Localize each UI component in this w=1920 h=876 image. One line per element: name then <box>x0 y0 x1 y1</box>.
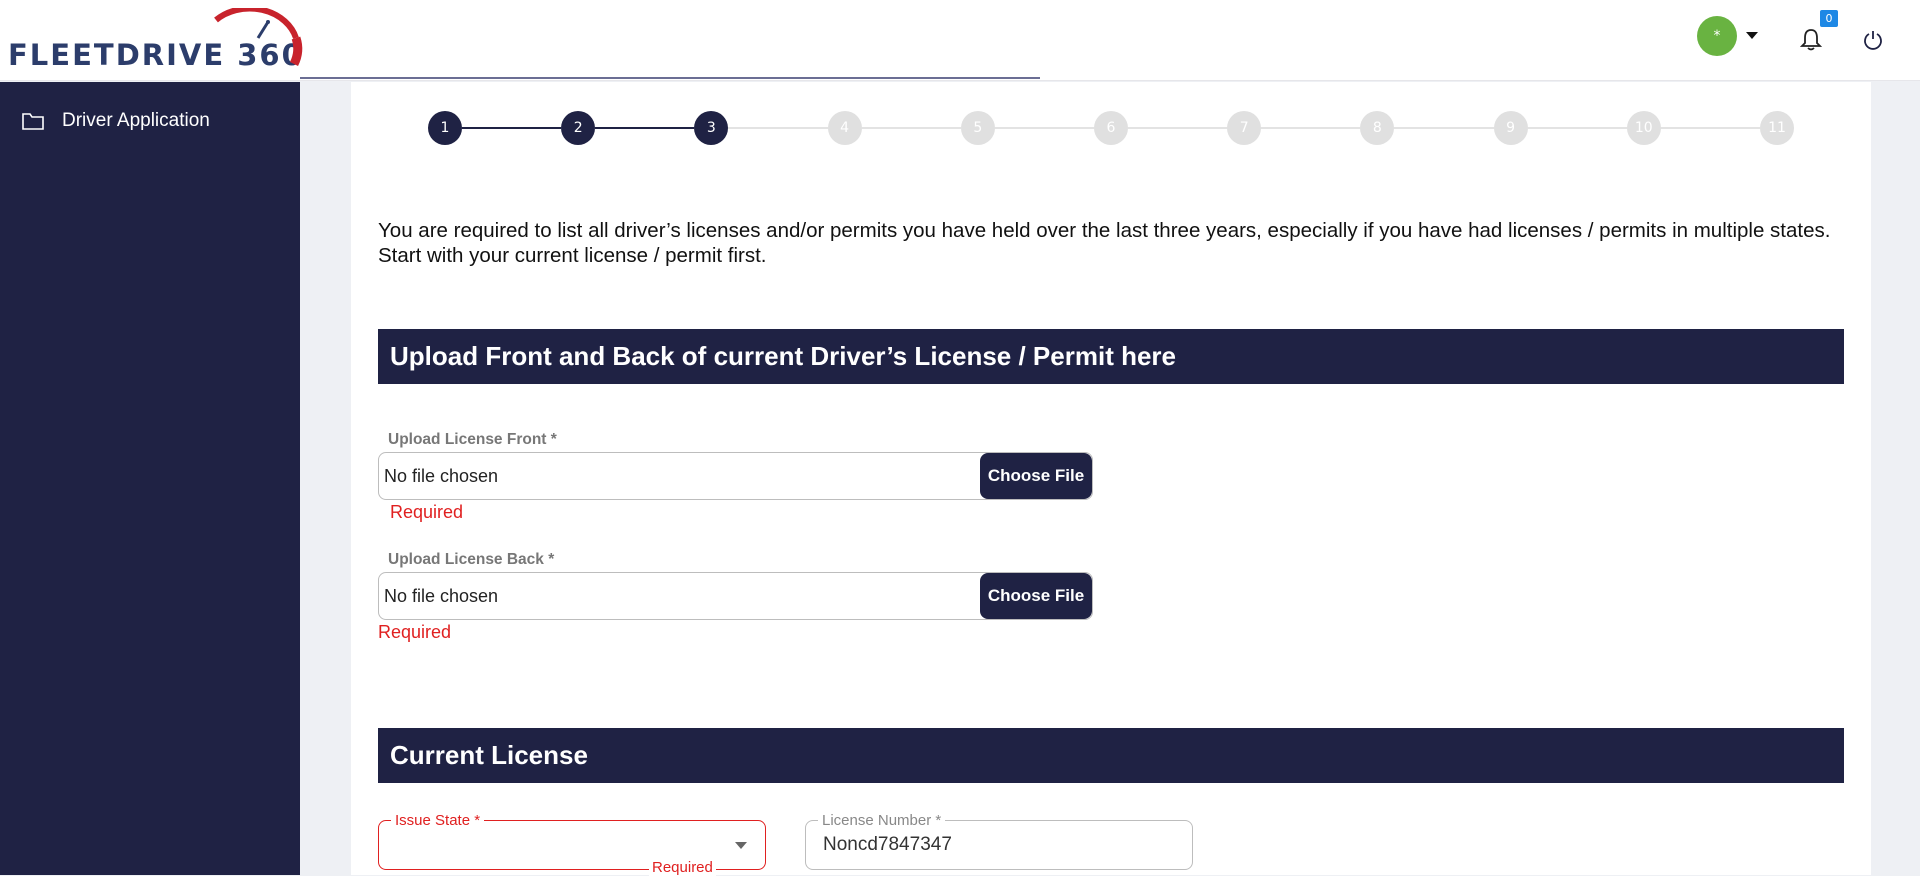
notification-badge: 0 <box>1820 10 1838 27</box>
step-4[interactable]: 4 <box>827 111 862 145</box>
step-1[interactable]: 1 <box>428 111 462 145</box>
step-connector <box>1660 127 1760 129</box>
license-back-file-input[interactable]: No file chosen Choose File <box>378 572 1093 620</box>
power-icon[interactable] <box>1863 30 1883 50</box>
chevron-down-icon[interactable] <box>1746 32 1758 39</box>
sidebar-item-driver-application[interactable]: Driver Application <box>22 110 210 132</box>
license-front-file-name: No file chosen <box>384 465 499 486</box>
bell-icon[interactable] <box>1800 28 1822 52</box>
issue-state-select[interactable]: Issue State * Required <box>378 812 766 876</box>
issue-state-error: Required <box>649 859 716 876</box>
sidebar-item-label: Driver Application <box>62 110 210 131</box>
intro-instructions: You are required to list all driver’s li… <box>378 219 1831 267</box>
license-back-error: Required <box>378 622 452 642</box>
user-avatar[interactable]: * <box>1697 16 1737 56</box>
license-front-choose-file-button[interactable]: Choose File <box>980 453 1092 499</box>
license-back-choose-file-button[interactable]: Choose File <box>980 573 1092 619</box>
step-5[interactable]: 5 <box>960 111 995 145</box>
license-number-field[interactable]: License Number * Noncd7847347 <box>805 812 1193 870</box>
license-number-value[interactable]: Noncd7847347 <box>823 834 952 856</box>
step-8[interactable]: 8 <box>1360 111 1395 145</box>
license-number-label: License Number * <box>818 812 946 829</box>
application-form-card: 1 2 3 4 5 6 7 8 9 10 11 You are required to list a… <box>351 82 1871 876</box>
folder-icon <box>22 113 44 130</box>
top-header: FLEETDRIVE 360 * 0 <box>0 0 1920 81</box>
step-connector <box>728 127 828 129</box>
step-connector <box>1261 127 1361 129</box>
speedometer-logo-icon <box>214 8 303 67</box>
step-connector <box>861 127 961 129</box>
issue-state-label: Issue State * <box>391 812 485 829</box>
step-11[interactable]: 11 <box>1760 111 1794 145</box>
license-back-label: Upload License Back * <box>388 551 555 568</box>
license-front-label: Upload License Front * <box>388 431 557 448</box>
chevron-down-icon <box>735 842 747 849</box>
fleetdrive-logo[interactable]: FLEETDRIVE 360 <box>8 8 303 72</box>
step-connector <box>1128 127 1228 129</box>
step-connector <box>595 127 695 129</box>
step-3[interactable]: 3 <box>694 111 729 145</box>
step-10[interactable]: 10 <box>1626 111 1661 145</box>
license-front-error: Required <box>390 502 464 522</box>
step-indicator: 1 2 3 4 5 6 7 8 9 10 11 <box>428 111 1805 145</box>
sidebar: Driver Application <box>0 82 300 875</box>
license-back-file-name: No file chosen <box>384 585 499 606</box>
step-9[interactable]: 9 <box>1493 111 1528 145</box>
header-progress-line <box>300 77 1040 79</box>
step-7[interactable]: 7 <box>1227 111 1262 145</box>
step-6[interactable]: 6 <box>1094 111 1128 145</box>
step-2[interactable]: 2 <box>561 111 596 145</box>
upload-section-header: Upload Front and Back of current Driver’… <box>378 329 1844 384</box>
step-connector <box>1394 127 1494 129</box>
current-license-section-header: Current License <box>378 728 1844 783</box>
step-connector <box>462 127 562 129</box>
license-front-file-input[interactable]: No file chosen Choose File <box>378 452 1093 500</box>
step-connector <box>994 127 1094 129</box>
step-connector <box>1527 127 1627 129</box>
